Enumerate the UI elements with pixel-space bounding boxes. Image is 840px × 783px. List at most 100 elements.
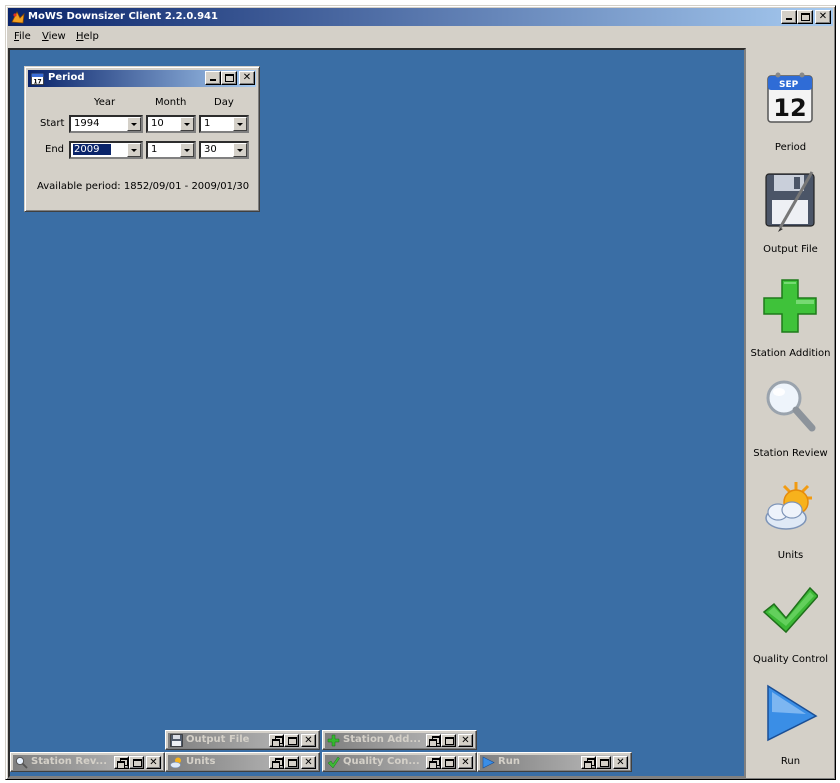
minimized-title-bar[interactable]: Station Rev... ✕	[13, 755, 162, 770]
maximize-button[interactable]	[129, 756, 144, 769]
close-button[interactable]: ✕	[613, 756, 628, 769]
close-icon: ✕	[242, 72, 252, 83]
day-header: Day	[214, 97, 234, 108]
period-title-bar[interactable]: 17 Period ✕	[28, 70, 256, 87]
period-tool-label: Period	[774, 142, 807, 153]
minimized-station-review[interactable]: Station Rev... ✕	[10, 752, 165, 772]
close-icon: ✕	[304, 757, 313, 768]
close-button[interactable]: ✕	[458, 756, 473, 769]
maximize-button[interactable]	[284, 756, 299, 769]
month-header: Month	[155, 97, 187, 108]
output-file-tool-button[interactable]: Output File	[748, 170, 833, 270]
minimized-title-bar[interactable]: Run ✕	[480, 755, 629, 770]
restore-button[interactable]	[269, 734, 284, 747]
chevron-down-icon[interactable]	[180, 143, 194, 157]
menu-bar: File View Help	[8, 28, 833, 46]
menu-view-mnemonic: V	[42, 31, 49, 42]
menu-help[interactable]: Help	[76, 31, 99, 42]
minimized-title: Output File	[186, 734, 250, 745]
restore-button[interactable]	[269, 756, 284, 769]
floppy-disk-icon	[765, 171, 815, 232]
station-addition-tool-button[interactable]: Station Addition	[748, 272, 833, 372]
close-icon: ✕	[149, 757, 158, 768]
start-day-value: 1	[204, 118, 211, 129]
menu-view-label: iew	[48, 31, 66, 42]
maximize-button[interactable]	[797, 10, 813, 24]
start-label: Start	[40, 118, 65, 129]
start-year-value: 1994	[74, 118, 100, 129]
end-year-select[interactable]: 2009	[69, 141, 143, 159]
menu-help-label: elp	[83, 31, 99, 42]
minimize-button[interactable]	[781, 10, 797, 24]
available-period-text: Available period: 1852/09/01 - 2009/01/3…	[37, 181, 250, 192]
quality-control-tool-button[interactable]: Quality Control	[748, 582, 833, 682]
end-label: End	[45, 144, 65, 155]
checkmark-icon	[762, 586, 818, 634]
main-window: MoWS Downsizer Client 2.2.0.941 ✕ File V…	[5, 5, 836, 780]
restore-button[interactable]	[114, 756, 129, 769]
close-button[interactable]: ✕	[458, 734, 473, 747]
maximize-icon	[133, 759, 142, 767]
minimized-station-addition[interactable]: Station Add... ✕	[322, 730, 477, 750]
chevron-down-icon[interactable]	[180, 117, 194, 131]
start-month-select[interactable]: 10	[146, 115, 196, 133]
restore-button[interactable]	[581, 756, 596, 769]
minimized-title-bar[interactable]: Output File ✕	[168, 733, 317, 748]
maximize-icon	[445, 737, 454, 745]
close-button[interactable]: ✕	[815, 10, 831, 24]
restore-button[interactable]	[426, 734, 441, 747]
floppy-disk-icon	[170, 734, 183, 747]
start-year-select[interactable]: 1994	[69, 115, 143, 133]
quality-control-tool-label: Quality Control	[752, 654, 829, 665]
menu-file[interactable]: File	[14, 31, 31, 42]
minimized-title-bar[interactable]: Quality Con... ✕	[325, 755, 474, 770]
maximize-icon	[288, 759, 297, 767]
end-day-select[interactable]: 30	[199, 141, 249, 159]
mdi-workspace[interactable]: 17 Period ✕ Year Month Day Start 1994 10	[8, 48, 746, 778]
run-tool-button[interactable]: Run	[748, 682, 833, 782]
end-day-value: 30	[204, 144, 217, 155]
maximize-icon	[801, 13, 810, 21]
period-maximize-button[interactable]	[221, 71, 237, 85]
title-bar[interactable]: MoWS Downsizer Client 2.2.0.941 ✕	[8, 8, 833, 26]
minimized-title: Units	[186, 756, 216, 767]
chevron-down-icon[interactable]	[233, 143, 247, 157]
maximize-button[interactable]	[441, 756, 456, 769]
sun-cloud-icon	[765, 482, 812, 530]
run-tool-label: Run	[780, 756, 801, 767]
chevron-down-icon[interactable]	[127, 143, 141, 157]
chevron-down-icon[interactable]	[127, 117, 141, 131]
minimized-quality-control[interactable]: Quality Con... ✕	[322, 752, 477, 772]
end-month-value: 1	[151, 144, 158, 155]
minimized-title: Run	[498, 756, 520, 767]
close-icon: ✕	[818, 11, 828, 22]
maximize-button[interactable]	[596, 756, 611, 769]
restore-button[interactable]	[426, 756, 441, 769]
maximize-button[interactable]	[284, 734, 299, 747]
menu-view[interactable]: View	[42, 31, 66, 42]
close-icon: ✕	[304, 735, 313, 746]
end-month-select[interactable]: 1	[146, 141, 196, 159]
close-button[interactable]: ✕	[146, 756, 161, 769]
svg-text:17: 17	[33, 79, 41, 86]
close-button[interactable]: ✕	[301, 756, 316, 769]
station-review-tool-button[interactable]: Station Review	[748, 374, 833, 474]
period-close-button[interactable]: ✕	[239, 71, 255, 85]
year-header: Year	[94, 97, 116, 108]
units-tool-button[interactable]: Units	[748, 478, 833, 578]
maximize-button[interactable]	[441, 734, 456, 747]
period-minimize-button[interactable]	[205, 71, 221, 85]
minimized-title-bar[interactable]: Station Add... ✕	[325, 733, 474, 748]
calendar-icon: 17	[31, 73, 44, 86]
minimized-output-file[interactable]: Output File ✕	[165, 730, 320, 750]
start-day-select[interactable]: 1	[199, 115, 249, 133]
menu-help-mnemonic: H	[76, 31, 84, 42]
period-tool-button[interactable]: SEP 12 Period	[748, 68, 833, 168]
minimized-run[interactable]: Run ✕	[477, 752, 632, 772]
chevron-down-icon[interactable]	[233, 117, 247, 131]
close-button[interactable]: ✕	[301, 734, 316, 747]
checkmark-icon	[327, 756, 340, 769]
minimized-title-bar[interactable]: Units ✕	[168, 755, 317, 770]
minimized-units[interactable]: Units ✕	[165, 752, 320, 772]
start-month-value: 10	[151, 118, 164, 129]
